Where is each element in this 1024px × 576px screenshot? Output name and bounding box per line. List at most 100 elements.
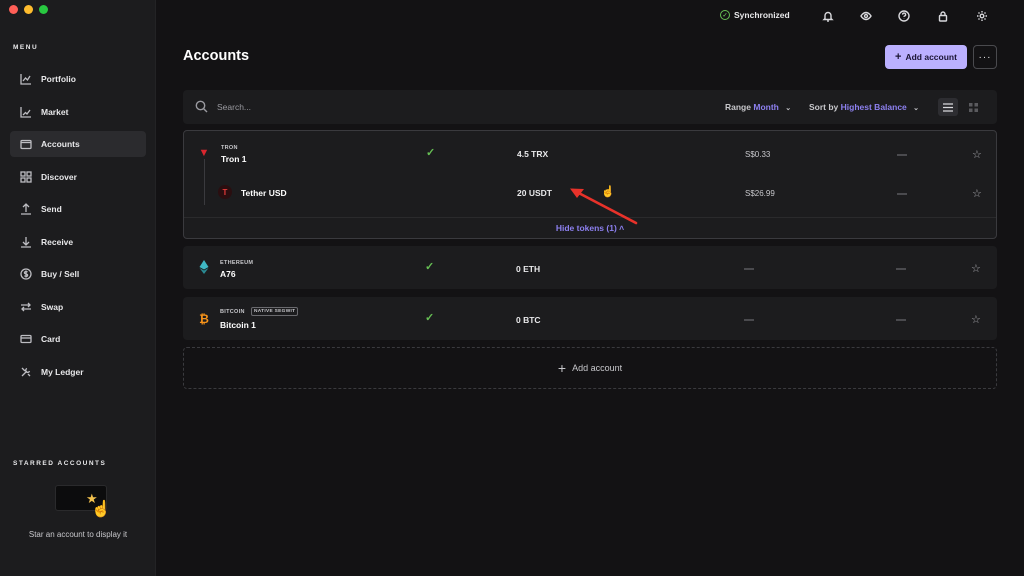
- sidebar-item-label: Card: [41, 334, 61, 344]
- card-icon: [20, 333, 32, 345]
- account-name: Bitcoin 1: [220, 320, 256, 330]
- list-icon: [943, 102, 953, 112]
- add-account-row-label: Add account: [572, 363, 623, 373]
- sort-label: Sort by: [809, 102, 839, 112]
- search-icon: [195, 100, 208, 113]
- pointer-hand-icon: ☝: [91, 501, 111, 518]
- settings-icon[interactable]: [975, 9, 988, 22]
- account-row[interactable]: ETHEREUM A76 ✓ 0 ETH ☆: [183, 248, 997, 288]
- add-account-button[interactable]: + Add account: [885, 45, 967, 69]
- help-icon[interactable]: [897, 9, 910, 22]
- close-window-button[interactable]: [9, 5, 18, 14]
- sidebar-item-card[interactable]: Card: [10, 326, 146, 352]
- list-view-button[interactable]: [938, 98, 958, 116]
- sidebar-item-my-ledger[interactable]: My Ledger: [10, 359, 146, 385]
- chart-line-icon: [20, 73, 32, 85]
- grid-view-button[interactable]: [963, 98, 983, 116]
- account-balance: 0 ETH: [516, 264, 541, 274]
- bell-icon[interactable]: [821, 9, 834, 22]
- account-name: A76: [220, 269, 236, 279]
- sidebar-item-label: My Ledger: [41, 366, 84, 377]
- account-row[interactable]: ▼ TRON Tron 1 ✓ 4.5 TRX S$0.33 ☆: [184, 133, 996, 173]
- minimize-window-button[interactable]: [24, 5, 33, 14]
- sidebar-item-label: Send: [41, 204, 62, 214]
- window-controls: [9, 5, 48, 14]
- arrow-down-icon: [20, 236, 32, 248]
- swap-icon: [20, 301, 32, 313]
- sidebar-item-buy-sell[interactable]: Buy / Sell: [10, 261, 146, 287]
- star-account-button[interactable]: ☆: [971, 313, 981, 326]
- change-placeholder: [896, 268, 906, 270]
- change-placeholder: [896, 319, 906, 321]
- sidebar-item-label: Accounts: [41, 139, 80, 149]
- tron-coin-icon: ▼: [198, 147, 210, 159]
- change-placeholder: [897, 154, 907, 156]
- sidebar-item-swap[interactable]: Swap: [10, 294, 146, 320]
- add-account-row[interactable]: + Add account: [183, 347, 997, 389]
- sidebar-item-label: Market: [41, 106, 69, 117]
- synced-check-icon: ✓: [425, 261, 435, 273]
- check-circle-icon: ✓: [720, 10, 730, 20]
- starred-accounts-title: STARRED ACCOUNTS: [13, 460, 107, 467]
- trend-icon: [20, 106, 32, 118]
- tools-icon: [20, 366, 32, 378]
- chevron-down-icon: ⌄: [913, 105, 920, 112]
- star-token-button[interactable]: ☆: [972, 187, 982, 200]
- mouse-cursor-icon: ☝: [601, 186, 615, 198]
- sync-status-label: Synchronized: [734, 10, 790, 20]
- sidebar-item-market[interactable]: Market: [10, 99, 146, 125]
- sidebar-item-label: Discover: [41, 171, 77, 182]
- sidebar-item-portfolio[interactable]: Portfolio: [10, 66, 146, 92]
- sidebar-item-label: Swap: [41, 301, 64, 312]
- wallet-icon: [20, 138, 32, 150]
- sidebar-item-label: Portfolio: [41, 74, 76, 84]
- filter-bar: Range Month ⌄ Sort by Highest Balance ⌄: [183, 90, 997, 124]
- account-row[interactable]: ₿ BITCOIN NATIVE SEGWIT Bitcoin 1 ✓ 0 BT…: [183, 299, 997, 339]
- arrow-up-icon: [20, 203, 32, 215]
- starred-hint: Star an account to display it: [28, 530, 128, 539]
- search-input[interactable]: [217, 99, 517, 115]
- synced-check-icon: ✓: [425, 312, 435, 324]
- token-balance: 20 USDT: [517, 188, 552, 198]
- sidebar-item-label: Receive: [41, 236, 74, 247]
- synced-check-icon: ✓: [426, 147, 436, 159]
- star-account-button[interactable]: ☆: [971, 262, 981, 275]
- page-title: Accounts: [183, 48, 250, 64]
- account-card-bitcoin: ₿ BITCOIN NATIVE SEGWIT Bitcoin 1 ✓ 0 BT…: [183, 297, 997, 340]
- top-bar: ✓ Synchronized: [156, 0, 1024, 32]
- sidebar-nav: Portfolio Market Accounts Discover Send …: [10, 66, 146, 391]
- range-dropdown[interactable]: Range Month ⌄: [725, 102, 791, 112]
- sidebar-item-accounts[interactable]: Accounts: [10, 131, 146, 157]
- sidebar: MENU Portfolio Market Accounts Discover …: [0, 0, 156, 576]
- sync-status[interactable]: ✓ Synchronized: [720, 10, 790, 20]
- menu-title: MENU: [13, 44, 39, 51]
- range-label: Range: [725, 102, 751, 112]
- eye-icon[interactable]: [859, 9, 872, 22]
- sidebar-item-receive[interactable]: Receive: [10, 229, 146, 255]
- add-account-label: Add account: [905, 52, 957, 62]
- chevron-down-icon: ⌄: [785, 105, 792, 112]
- token-fiat-value: S$26.99: [745, 189, 775, 198]
- token-name: Tether USD: [241, 188, 287, 198]
- sort-value: Highest Balance: [840, 102, 907, 112]
- more-icon: ···: [978, 51, 992, 63]
- lock-icon[interactable]: [936, 9, 949, 22]
- maximize-window-button[interactable]: [39, 5, 48, 14]
- starred-placeholder-card: ★ ☝: [55, 485, 111, 518]
- change-placeholder: [897, 193, 907, 195]
- sidebar-item-discover[interactable]: Discover: [10, 164, 146, 190]
- sidebar-item-send[interactable]: Send: [10, 196, 146, 222]
- ethereum-coin-icon: [199, 260, 209, 274]
- account-balance: 0 BTC: [516, 315, 541, 325]
- plus-icon: +: [895, 51, 902, 63]
- account-card-ethereum: ETHEREUM A76 ✓ 0 ETH ☆: [183, 246, 997, 289]
- account-name: Tron 1: [221, 154, 247, 164]
- currency-label: TRON: [221, 145, 238, 151]
- star-account-button[interactable]: ☆: [972, 148, 982, 161]
- tether-token-icon: T: [218, 185, 232, 199]
- currency-label: ETHEREUM: [220, 260, 254, 266]
- sort-dropdown[interactable]: Sort by Highest Balance ⌄: [809, 102, 919, 112]
- fiat-placeholder: [744, 268, 754, 270]
- grid-icon: [20, 170, 32, 183]
- more-options-button[interactable]: ···: [973, 45, 997, 69]
